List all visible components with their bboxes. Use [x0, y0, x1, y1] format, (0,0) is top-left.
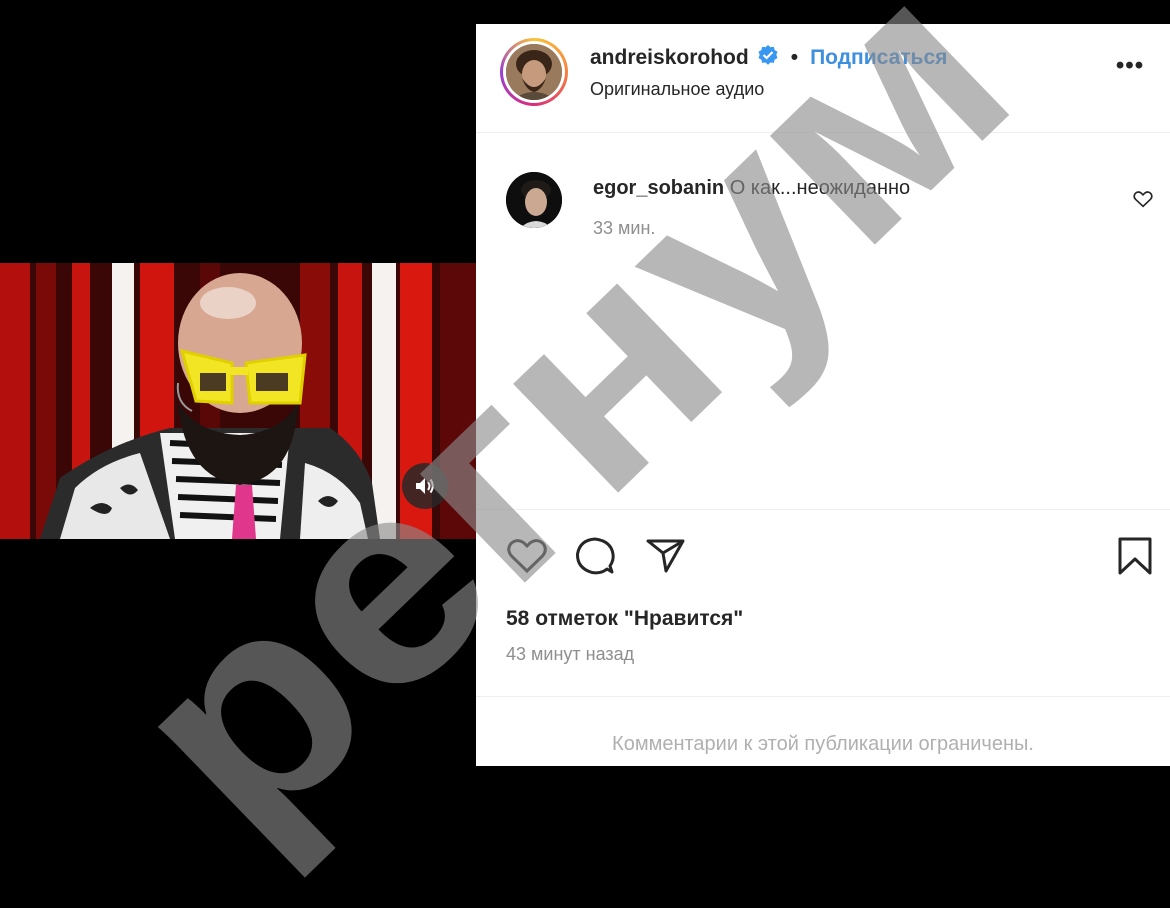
comment-heart-icon[interactable]	[1132, 188, 1154, 210]
comment-icon[interactable]	[574, 535, 616, 577]
follow-button[interactable]: Подписаться	[810, 46, 947, 70]
post-time[interactable]: 43 минут назад	[506, 644, 634, 665]
likes-count[interactable]: 58 отметок "Нравится"	[506, 607, 743, 631]
comment-text: О как...неожиданно	[724, 177, 911, 199]
heart-icon[interactable]	[506, 535, 548, 577]
commenter-avatar[interactable]	[506, 172, 562, 228]
author-avatar[interactable]	[500, 38, 568, 106]
volume-icon[interactable]	[402, 463, 448, 509]
verified-badge-icon	[757, 44, 779, 72]
comment-time[interactable]: 33 мин.	[593, 218, 655, 239]
actions-divider	[476, 509, 1170, 510]
bookmark-icon[interactable]	[1114, 535, 1156, 577]
comment-body: egor_sobanin О как...неожиданно	[593, 177, 910, 200]
author-username[interactable]: andreiskorohod	[590, 46, 749, 70]
footer-divider	[476, 696, 1170, 697]
more-options-icon[interactable]: •••	[1112, 54, 1148, 84]
comments-restricted-notice: Комментарии к этой публикации ограничены…	[612, 733, 1034, 755]
commenter-username[interactable]: egor_sobanin	[593, 177, 724, 199]
share-icon[interactable]	[644, 535, 686, 577]
separator-dot: •	[790, 46, 799, 69]
post-header: andreiskorohod • Подписаться Оригинально…	[476, 24, 1170, 132]
post-panel: andreiskorohod • Подписаться Оригинально…	[476, 24, 1170, 766]
audio-label[interactable]: Оригинальное аудио	[590, 79, 764, 100]
header-divider	[476, 132, 1170, 133]
